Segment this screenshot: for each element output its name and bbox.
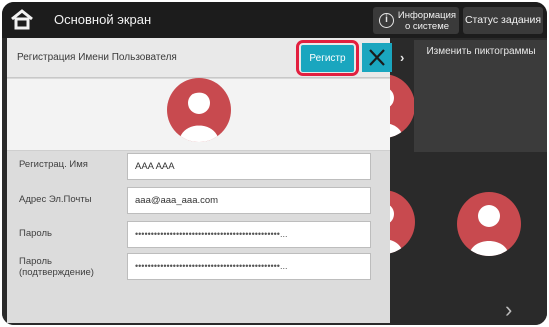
password-confirm-field[interactable]: ••••••••••••••••••••••••••••••••••••••••… <box>127 253 371 280</box>
system-info-label: Информация о системе <box>397 10 457 32</box>
registration-form: Регистрац. Имя AAA AAA Адрес Эл.Почты aa… <box>7 151 390 323</box>
change-icons-link[interactable]: Изменить пиктограммы <box>416 46 546 57</box>
register-button[interactable]: Регистр <box>301 45 354 72</box>
email-field[interactable]: aaa@aaa_aaa.com <box>127 187 371 214</box>
name-field[interactable]: AAA AAA <box>127 153 371 180</box>
top-bar: Основной экран i Информация о системе Ст… <box>2 2 547 38</box>
password-label: Пароль <box>19 228 52 239</box>
info-icon: i <box>379 13 394 28</box>
dialog-title: Регистрация Имени Пользователя <box>17 52 177 63</box>
dialog-header: Регистрация Имени Пользователя Регистр <box>7 38 392 78</box>
close-button[interactable] <box>362 43 392 72</box>
password-confirm-label: Пароль (подтверждение) <box>19 256 94 278</box>
page-title: Основной экран <box>54 12 152 27</box>
email-label: Адрес Эл.Почты <box>19 194 92 205</box>
background-user-icon[interactable] <box>457 192 521 256</box>
home-icon <box>11 9 33 30</box>
job-status-button[interactable]: Статус задания <box>463 7 543 34</box>
user-avatar-icon[interactable] <box>167 78 231 142</box>
name-label: Регистрац. Имя <box>19 159 88 170</box>
device-screen: › Изменить пиктограммы › Основной экран … <box>2 2 547 325</box>
home-button[interactable] <box>8 6 36 34</box>
password-field[interactable]: ••••••••••••••••••••••••••••••••••••••••… <box>127 221 371 248</box>
chevron-right-icon[interactable]: › <box>400 50 404 65</box>
user-registration-dialog: Регистрация Имени Пользователя Регистр Р… <box>7 38 392 323</box>
close-icon <box>369 49 385 66</box>
system-info-button[interactable]: i Информация о системе <box>373 7 459 34</box>
next-page-chevron-icon[interactable]: › <box>505 297 512 323</box>
